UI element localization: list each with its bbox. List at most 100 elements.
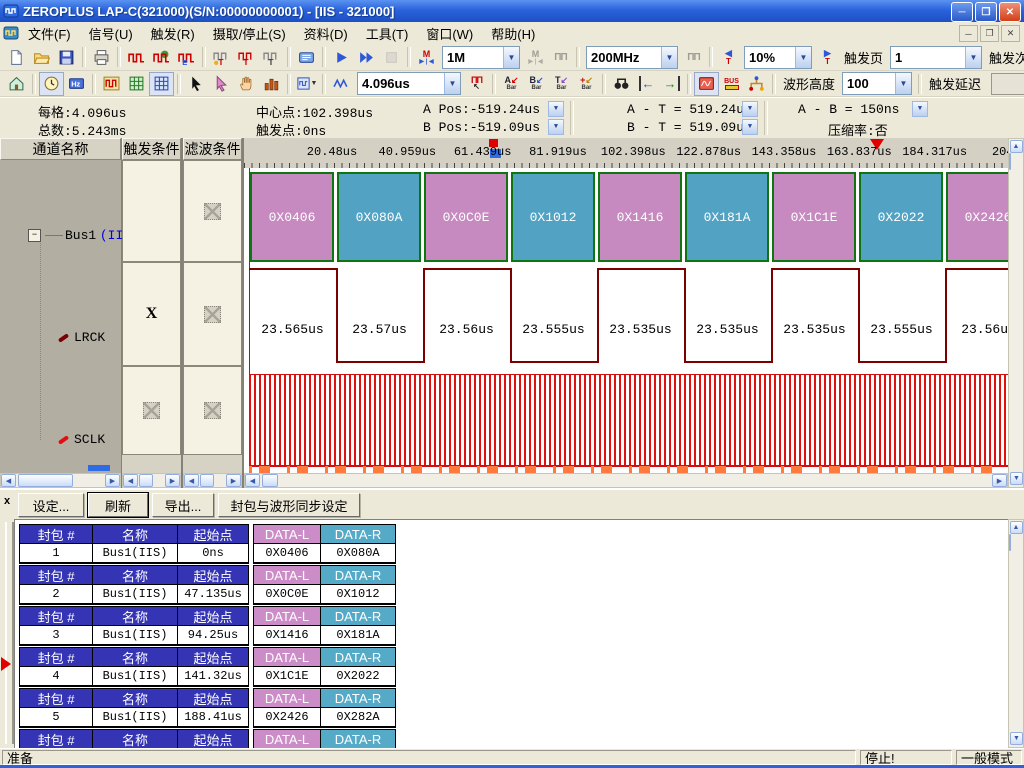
- sampling-rate-select[interactable]: 200MHz▼: [586, 46, 678, 69]
- squarewave-icon[interactable]: ΠΠ: [681, 45, 706, 69]
- scroll-thumb[interactable]: [18, 474, 73, 487]
- packet-start[interactable]: 141.32us: [178, 667, 248, 685]
- wave-height-select[interactable]: 100▼: [842, 72, 912, 95]
- menu-item-7[interactable]: 帮助(H): [482, 22, 544, 45]
- scroll-thumb[interactable]: [262, 474, 278, 487]
- packet-data-r[interactable]: 0X080A: [321, 544, 395, 562]
- scroll-left-icon[interactable]: ◀: [123, 474, 138, 487]
- menu-item-4[interactable]: 资料(D): [295, 22, 357, 45]
- expander-icon[interactable]: −: [28, 229, 41, 242]
- scroll-left-icon[interactable]: ◀: [245, 474, 260, 487]
- bus-analysis-icon[interactable]: [294, 45, 319, 69]
- trigger-cell-lrck[interactable]: X: [122, 262, 181, 366]
- timing-display-icon[interactable]: [39, 72, 64, 96]
- export-button[interactable]: 导出...: [152, 493, 214, 517]
- packet-name[interactable]: Bus1(IIS): [93, 626, 177, 644]
- filter-panel-hscroll[interactable]: ◀ ▶: [183, 473, 242, 488]
- scroll-right-icon[interactable]: ▶: [165, 474, 180, 487]
- packet-data-r[interactable]: 0X1012: [321, 585, 395, 603]
- memory-depth-select[interactable]: 1M▼: [442, 46, 520, 69]
- frequency-display-icon[interactable]: Hz: [64, 72, 89, 96]
- waveform-hscroll[interactable]: ◀ ▶: [244, 473, 1008, 488]
- restore-button[interactable]: ❐: [975, 2, 997, 22]
- pulse-width-trigger-icon[interactable]: E: [174, 45, 199, 69]
- navigator-mode-icon[interactable]: [149, 72, 174, 96]
- menu-item-5[interactable]: 工具(T): [357, 22, 418, 45]
- scroll-up-icon[interactable]: ▲: [1010, 521, 1023, 534]
- scroll-down-icon[interactable]: ▼: [1010, 472, 1023, 485]
- trigger-position-select[interactable]: 10%▼: [744, 46, 812, 69]
- panel-close-icon[interactable]: x: [4, 495, 10, 507]
- packet-num[interactable]: 2: [20, 585, 92, 603]
- packet-data-l[interactable]: 0X1416: [254, 626, 320, 644]
- menu-item-0[interactable]: 文件(F): [19, 22, 80, 45]
- waveform-vscroll[interactable]: ▲ ▼: [1008, 138, 1024, 488]
- b-t-dropdown-icon[interactable]: ▼: [742, 119, 758, 135]
- packet-num[interactable]: 1: [20, 544, 92, 562]
- select-cursor-icon[interactable]: [184, 72, 209, 96]
- minimize-button[interactable]: ─: [951, 2, 973, 22]
- scroll-thumb[interactable]: [1009, 534, 1011, 551]
- goto-prev-icon[interactable]: ←: [634, 72, 659, 96]
- trigger-cell-sclk[interactable]: [122, 366, 181, 455]
- bar-stats-icon[interactable]: [259, 72, 284, 96]
- waveform-mode-icon[interactable]: [99, 72, 124, 96]
- scroll-left-icon[interactable]: ◀: [184, 474, 199, 487]
- scroll-right-icon[interactable]: ▶: [992, 474, 1007, 487]
- a-bar-icon[interactable]: A↙Bar: [499, 72, 524, 96]
- time-ruler[interactable]: 20.48us40.959us61.439us81.919us102.398us…: [244, 138, 1008, 169]
- trigger-property-icon[interactable]: T: [209, 45, 234, 69]
- b-pos-dropdown-icon[interactable]: ▼: [548, 119, 564, 135]
- packet-start[interactable]: 94.25us: [178, 626, 248, 644]
- dropdown-arrow-icon[interactable]: ▼: [503, 47, 519, 68]
- scroll-left-icon[interactable]: ◀: [1, 474, 16, 487]
- filter-cell-sclk[interactable]: [183, 366, 242, 455]
- trigger-pos-right-icon[interactable]: ▶T: [815, 45, 840, 69]
- packet-data-r[interactable]: 0X181A: [321, 626, 395, 644]
- packet-data-r[interactable]: 0X2022: [321, 667, 395, 685]
- menu-item-1[interactable]: 信号(U): [80, 22, 142, 45]
- scroll-up-icon[interactable]: ▲: [1010, 140, 1023, 153]
- t-bar-icon[interactable]: T↙Bar: [549, 72, 574, 96]
- waveform-canvas[interactable]: 0X04060X080A0X0C0E0X10120X14160X181A0X1C…: [244, 168, 1008, 473]
- list-mode-icon[interactable]: [124, 72, 149, 96]
- b-bar-icon[interactable]: B↙Bar: [524, 72, 549, 96]
- menu-item-3[interactable]: 摄取/停止(S): [204, 22, 295, 45]
- scroll-right-icon[interactable]: ▶: [226, 474, 241, 487]
- menu-item-2[interactable]: 触发(R): [142, 22, 204, 45]
- channel-row-lrck[interactable]: LRCK: [58, 330, 105, 345]
- child-minimize-button[interactable]: ─: [959, 25, 978, 42]
- menu-item-6[interactable]: 窗口(W): [417, 22, 482, 45]
- child-close-button[interactable]: ✕: [1001, 25, 1020, 42]
- packet-start[interactable]: 188.41us: [178, 708, 248, 726]
- settings-button[interactable]: 设定...: [18, 493, 84, 517]
- a-t-dropdown-icon[interactable]: ▼: [742, 101, 758, 117]
- sampling-setup-icon[interactable]: [149, 45, 174, 69]
- packet-start[interactable]: 47.135us: [178, 585, 248, 603]
- title-bar[interactable]: ZEROPLUS LAP-C(321000)(S/N:00000000001) …: [0, 0, 1024, 22]
- new-file-icon[interactable]: [4, 45, 29, 69]
- scroll-thumb[interactable]: [200, 474, 214, 487]
- zoom-wave-icon[interactable]: [329, 72, 354, 96]
- trigger-page-select[interactable]: 1▼: [890, 46, 982, 69]
- packet-data-l[interactable]: 0X0C0E: [254, 585, 320, 603]
- memory-page-icon[interactable]: M▶❘◀: [414, 45, 439, 69]
- bus-view-icon[interactable]: BUS: [719, 72, 744, 96]
- trigger-panel-hscroll[interactable]: ◀ ▶: [122, 473, 181, 488]
- dropdown-arrow-icon[interactable]: ▼: [795, 47, 811, 68]
- trigger-pos-left-icon[interactable]: ◀T: [716, 45, 741, 69]
- scroll-right-icon[interactable]: ▶: [105, 474, 120, 487]
- lrck-label[interactable]: LRCK: [74, 330, 105, 345]
- channel-row-sclk[interactable]: SCLK: [58, 432, 105, 447]
- repeat-acquisition-icon[interactable]: [354, 45, 379, 69]
- packet-num[interactable]: 5: [20, 708, 92, 726]
- filter-cell-bus1[interactable]: [183, 160, 242, 262]
- filter-cell-lrck[interactable]: [183, 262, 242, 366]
- dropdown-arrow-icon[interactable]: ▼: [444, 73, 460, 94]
- open-file-icon[interactable]: [29, 45, 54, 69]
- packet-data-r[interactable]: 0X282A: [321, 708, 395, 726]
- packet-num[interactable]: 3: [20, 626, 92, 644]
- hand-pan-icon[interactable]: [234, 72, 259, 96]
- packet-data-l[interactable]: 0X1C1E: [254, 667, 320, 685]
- trigger-mark-icon[interactable]: T: [259, 45, 284, 69]
